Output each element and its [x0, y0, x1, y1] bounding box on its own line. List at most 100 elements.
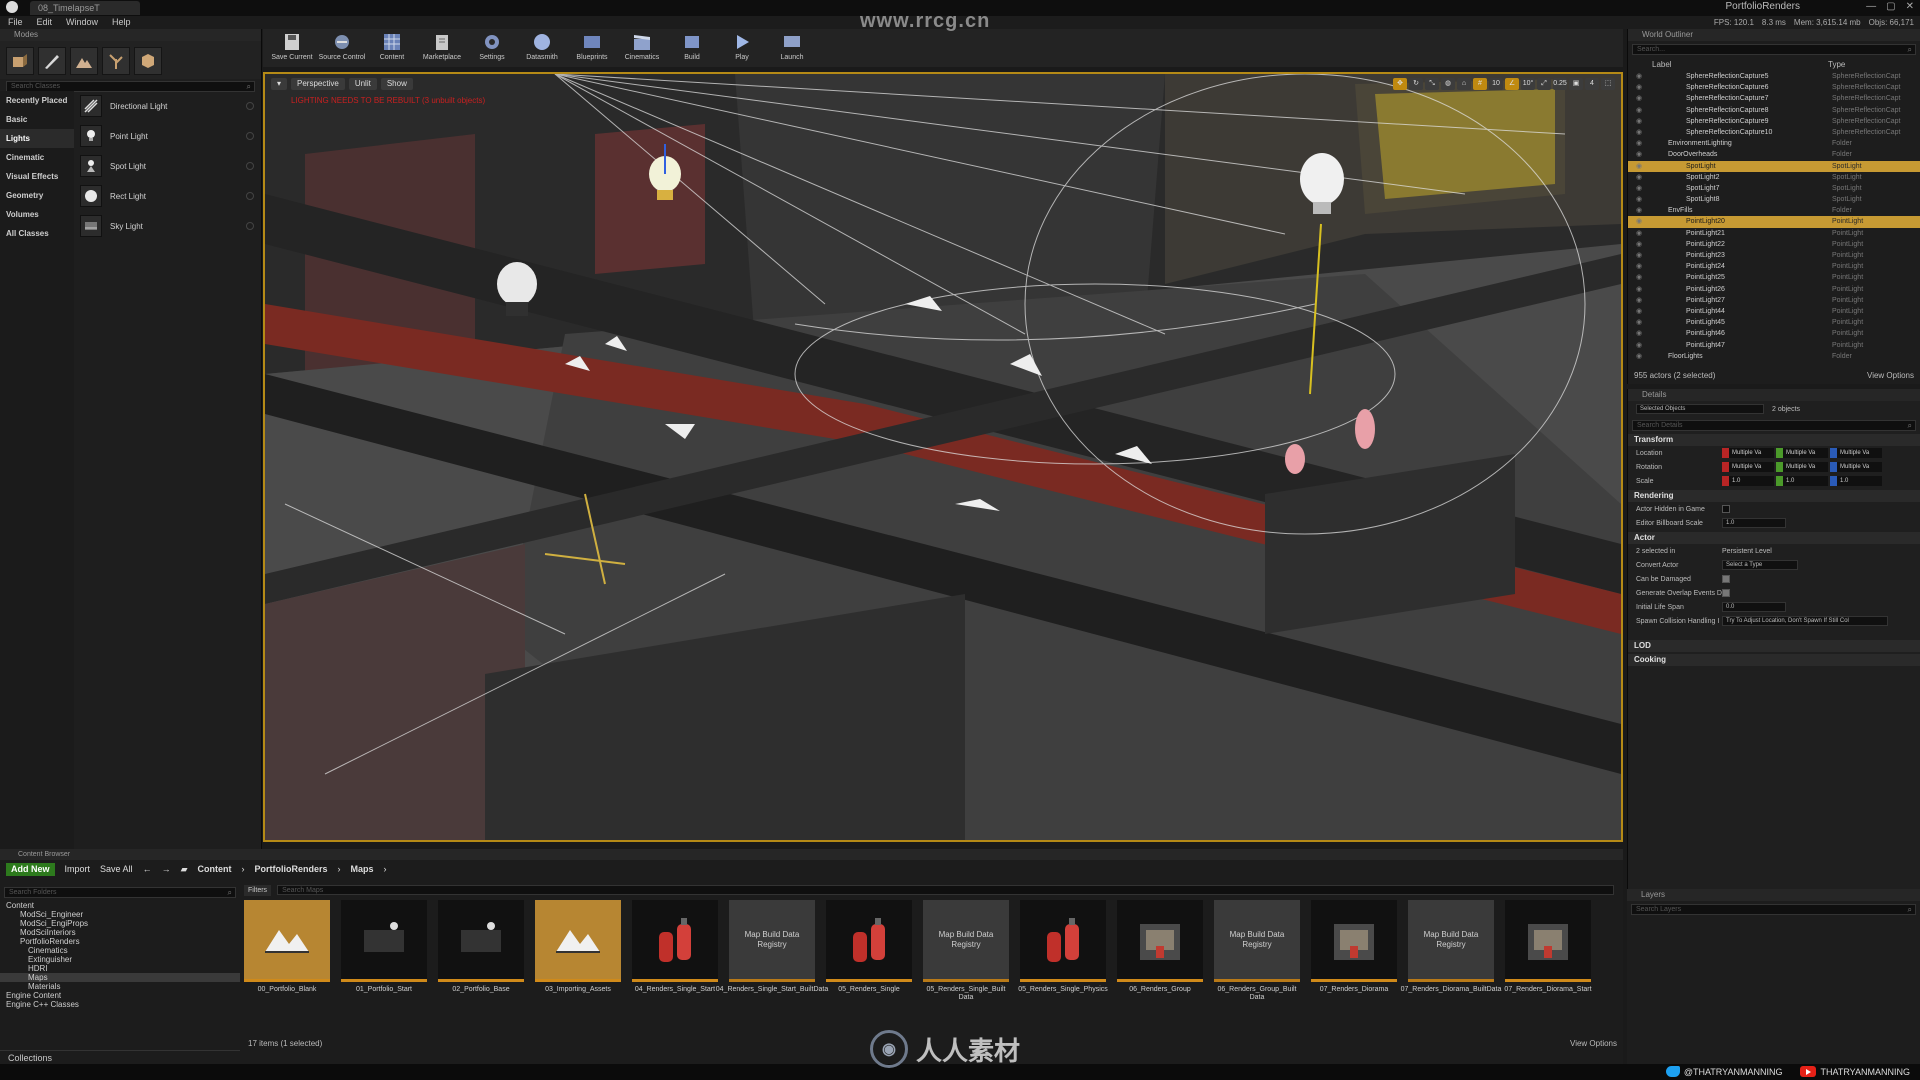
folder-tree-item[interactable]: Maps [0, 973, 240, 982]
viewport-scene[interactable] [265, 74, 1621, 840]
visibility-eye-icon[interactable]: ◉ [1628, 250, 1650, 261]
save-all-button[interactable]: Save All [100, 864, 133, 874]
menu-edit[interactable]: Edit [37, 16, 53, 29]
filters-button[interactable]: Filters [244, 884, 272, 896]
rotation-x[interactable]: Multiple Va [1722, 462, 1774, 472]
category-recently-placed[interactable]: Recently Placed [0, 91, 74, 110]
placeable-point-light[interactable]: Point Light [76, 121, 262, 151]
visibility-eye-icon[interactable]: ◉ [1628, 138, 1650, 149]
outliner-row[interactable]: ◉ SphereReflectionCapture5 SphereReflectio… [1628, 71, 1920, 82]
folder-tree-item[interactable]: Engine C++ Classes [0, 1000, 240, 1009]
import-button[interactable]: Import [65, 864, 91, 874]
scale-snap-value[interactable]: 0.25 [1553, 78, 1567, 90]
visibility-eye-icon[interactable]: ◉ [1628, 194, 1650, 205]
folder-tree-item[interactable]: Cinematics [0, 946, 240, 955]
rotate-tool-icon[interactable]: ↻ [1409, 78, 1423, 90]
scale-tool-icon[interactable]: ⤡ [1425, 78, 1439, 90]
outliner-row[interactable]: ◉ PointLight46 PointLight [1628, 328, 1920, 339]
minimize-button[interactable]: — [1866, 1, 1876, 12]
asset-tile[interactable]: 02_Portfolio_Base [438, 900, 524, 1002]
outliner-row[interactable]: ◉ PointLight24 PointLight [1628, 261, 1920, 272]
visibility-eye-icon[interactable]: ◉ [1628, 272, 1650, 283]
life-span-input[interactable]: 0.0 [1722, 602, 1786, 612]
visibility-eye-icon[interactable]: ◉ [1628, 328, 1650, 339]
outliner-row[interactable]: ◉ SphereReflectionCapture7 SphereReflectio… [1628, 93, 1920, 104]
outliner-row[interactable]: ◉ EnvironmentLighting Folder [1628, 138, 1920, 149]
asset-tile[interactable]: 06_Renders_Group [1117, 900, 1203, 1002]
asset-tile[interactable]: 07_Renders_Diorama_Start [1504, 900, 1592, 1002]
visibility-eye-icon[interactable]: ◉ [1628, 149, 1650, 160]
camera-speed-icon[interactable]: ▣ [1569, 78, 1583, 90]
cooking-section[interactable]: Cooking [1628, 654, 1920, 666]
history-forward-icon[interactable]: → [162, 864, 171, 874]
grid-size-value[interactable]: 10 [1489, 78, 1503, 90]
scale-y[interactable]: 1.0 [1776, 476, 1828, 486]
outliner-row[interactable]: ◉ SphereReflectionCapture6 SphereReflectio… [1628, 82, 1920, 93]
visibility-eye-icon[interactable]: ◉ [1628, 239, 1650, 250]
visibility-eye-icon[interactable]: ◉ [1628, 261, 1650, 272]
add-new-button[interactable]: Add New [6, 862, 55, 876]
outliner-row[interactable]: ◉ SphereReflectionCapture8 SphereReflectio… [1628, 105, 1920, 116]
visibility-eye-icon[interactable]: ◉ [1628, 105, 1650, 116]
folder-tree-item[interactable]: HDRI [0, 964, 240, 973]
paint-mode-button[interactable] [38, 47, 66, 75]
breadcrumb-portfoliorenders[interactable]: PortfolioRenders [254, 864, 327, 874]
folder-search-input[interactable]: Search Folders ⌕ [4, 887, 236, 898]
rotation-snap-icon[interactable]: ∠ [1505, 78, 1519, 90]
convert-actor-dropdown[interactable]: Select a Type [1722, 560, 1798, 570]
visibility-eye-icon[interactable]: ◉ [1628, 71, 1650, 82]
outliner-row[interactable]: ◉ PointLight27 PointLight [1628, 295, 1920, 306]
asset-tile[interactable]: Map Build Data Registry 05_Renders_Single… [923, 900, 1009, 1002]
actor-hidden-checkbox[interactable] [1722, 505, 1730, 513]
can-be-damaged-checkbox[interactable] [1722, 575, 1730, 583]
launch-button[interactable]: Launch [767, 29, 817, 67]
visibility-eye-icon[interactable]: ◉ [1628, 172, 1650, 183]
asset-tile[interactable]: 05_Renders_Single_Physics [1018, 900, 1108, 1002]
asset-tile[interactable]: 00_Portfolio_Blank [244, 900, 330, 1002]
outliner-row[interactable]: ◉ PointLight44 PointLight [1628, 306, 1920, 317]
overlap-events-checkbox[interactable] [1722, 589, 1730, 597]
visibility-eye-icon[interactable]: ◉ [1628, 284, 1650, 295]
outliner-search-input[interactable]: Search... ⌕ [1632, 44, 1916, 55]
category-cinematic[interactable]: Cinematic [0, 148, 74, 167]
outliner-row[interactable]: ◉ SphereReflectionCapture9 SphereReflectio… [1628, 116, 1920, 127]
spawn-collision-dropdown[interactable]: Try To Adjust Location, Don't Spawn If S… [1722, 616, 1888, 626]
asset-tile[interactable]: 03_Importing_Assets [535, 900, 621, 1002]
history-back-icon[interactable]: ← [143, 864, 152, 874]
scale-snap-icon[interactable]: ⤢ [1537, 78, 1551, 90]
world-space-icon[interactable]: ◍ [1441, 78, 1455, 90]
outliner-row[interactable]: ◉ PointLight25 PointLight [1628, 272, 1920, 283]
surface-snap-icon[interactable]: ⌂ [1457, 78, 1471, 90]
category-all-classes[interactable]: All Classes [0, 224, 74, 243]
grid-snap-icon[interactable]: # [1473, 78, 1487, 90]
asset-tile[interactable]: 04_Renders_Single_Start [632, 900, 718, 1002]
location-y[interactable]: Multiple Va [1776, 448, 1828, 458]
visibility-eye-icon[interactable]: ◉ [1628, 306, 1650, 317]
folder-tree-item[interactable]: PortfolioRenders [0, 937, 240, 946]
level-viewport[interactable]: ▾ Perspective Unlit Show LIGHTING NEEDS … [263, 72, 1623, 842]
layers-tab[interactable]: Layers [1627, 889, 1920, 901]
visibility-eye-icon[interactable]: ◉ [1628, 317, 1650, 328]
landscape-mode-button[interactable] [70, 47, 98, 75]
label-column-header[interactable]: Label [1652, 60, 1828, 69]
scale-z[interactable]: 1.0 [1830, 476, 1882, 486]
rotation-y[interactable]: Multiple Va [1776, 462, 1828, 472]
folder-tree-item[interactable]: ModSciInteriors [0, 928, 240, 937]
asset-tile[interactable]: 05_Renders_Single [826, 900, 912, 1002]
visibility-eye-icon[interactable]: ◉ [1628, 93, 1650, 104]
asset-tile[interactable]: Map Build Data Registry 07_Renders_Dioram… [1401, 900, 1501, 1002]
rendering-section[interactable]: Rendering [1628, 490, 1920, 502]
visibility-eye-icon[interactable]: ◉ [1628, 82, 1650, 93]
datasmith-button[interactable]: Datasmith [517, 29, 567, 67]
folder-tree-item[interactable]: Content [0, 901, 240, 910]
outliner-row[interactable]: ◉ EnvFills Folder [1628, 205, 1920, 216]
outliner-row[interactable]: ◉ SpotLight8 SpotLight [1628, 194, 1920, 205]
visibility-eye-icon[interactable]: ◉ [1628, 295, 1650, 306]
category-geometry[interactable]: Geometry [0, 186, 74, 205]
view-mode-button[interactable]: Unlit [348, 78, 377, 90]
layers-search-input[interactable]: Search Layers ⌕ [1631, 904, 1916, 915]
menu-help[interactable]: Help [112, 16, 131, 29]
maximize-button[interactable]: ▢ [1886, 1, 1895, 12]
outliner-row[interactable]: ◉ PointLight45 PointLight [1628, 317, 1920, 328]
actor-section[interactable]: Actor [1628, 532, 1920, 544]
